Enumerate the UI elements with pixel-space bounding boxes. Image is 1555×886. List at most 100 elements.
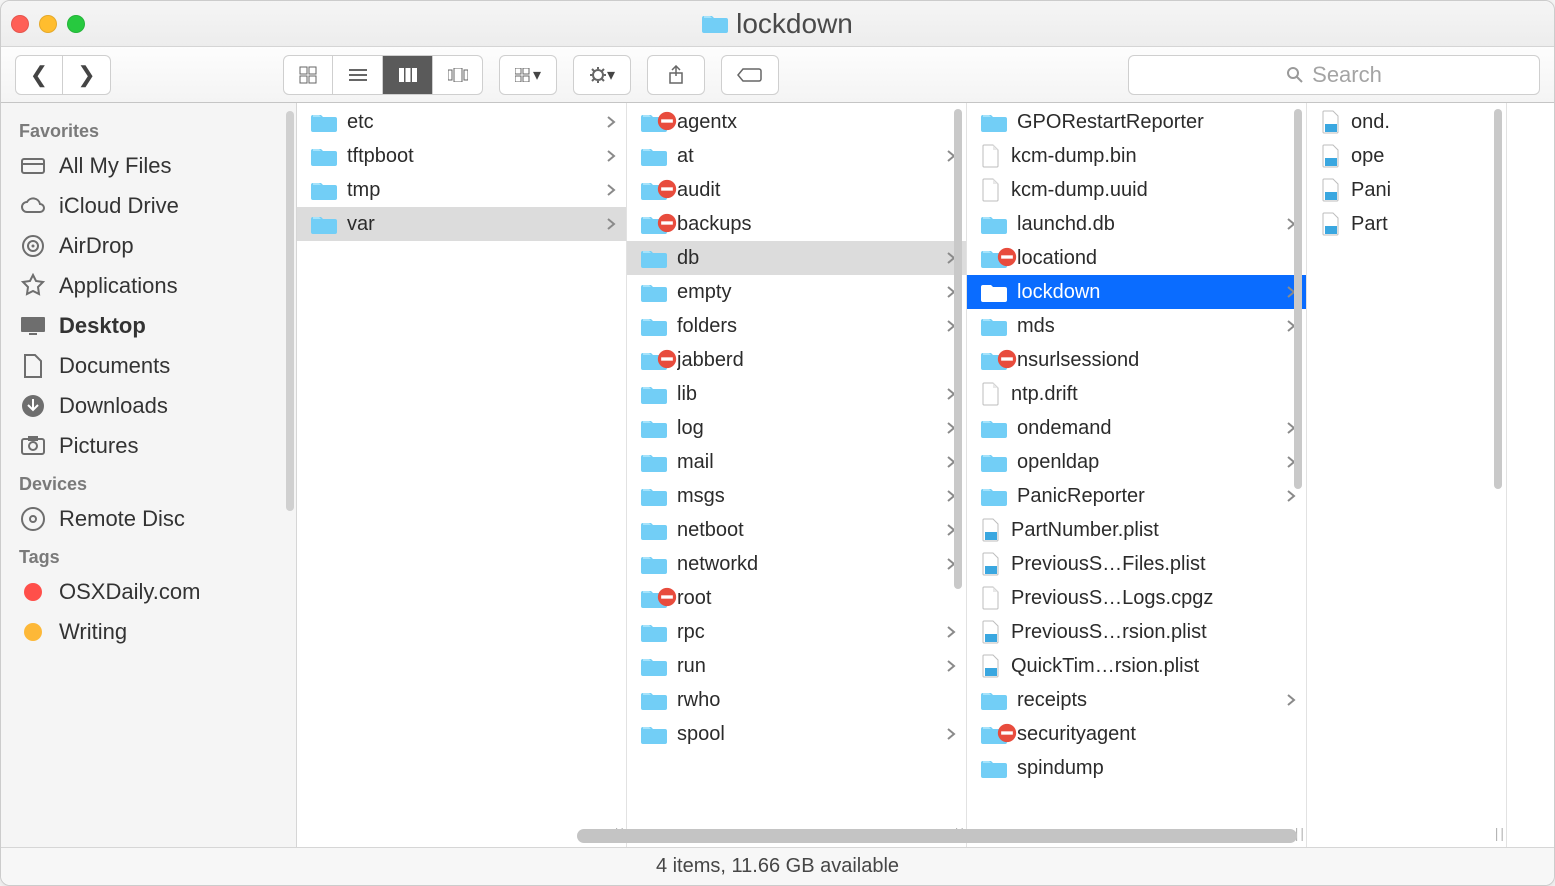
file-row[interactable]: rwho bbox=[627, 683, 966, 717]
folder-icon bbox=[981, 350, 1007, 370]
sidebar-item-documents[interactable]: Documents bbox=[1, 346, 296, 386]
file-row[interactable]: log bbox=[627, 411, 966, 445]
file-row[interactable]: tmp bbox=[297, 173, 626, 207]
file-row[interactable]: launchd.db bbox=[967, 207, 1306, 241]
file-row[interactable]: ond. bbox=[1307, 105, 1506, 139]
file-row[interactable]: at bbox=[627, 139, 966, 173]
file-row[interactable]: PartNumber.plist bbox=[967, 513, 1306, 547]
zoom-button[interactable] bbox=[67, 15, 85, 33]
desktop-icon bbox=[19, 312, 47, 340]
file-row[interactable]: PreviousS…rsion.plist bbox=[967, 615, 1306, 649]
file-row[interactable]: Part bbox=[1307, 207, 1506, 241]
file-row[interactable]: spool bbox=[627, 717, 966, 751]
tags-button[interactable] bbox=[721, 55, 779, 95]
file-row[interactable]: agentx bbox=[627, 105, 966, 139]
file-row[interactable]: ope bbox=[1307, 139, 1506, 173]
file-row[interactable]: GPORestartReporter bbox=[967, 105, 1306, 139]
sidebar-section-header: Favorites bbox=[1, 113, 296, 146]
sidebar-item-remote-disc[interactable]: Remote Disc bbox=[1, 499, 296, 539]
folder-icon bbox=[981, 690, 1007, 710]
folder-icon bbox=[641, 724, 667, 744]
file-row[interactable]: ntp.drift bbox=[967, 377, 1306, 411]
file-row[interactable]: rpc bbox=[627, 615, 966, 649]
file-row[interactable]: lockdown bbox=[967, 275, 1306, 309]
file-row[interactable]: networkd bbox=[627, 547, 966, 581]
sidebar-scrollbar[interactable] bbox=[286, 111, 294, 511]
file-row[interactable]: ondemand bbox=[967, 411, 1306, 445]
file-row[interactable]: PreviousS…Logs.cpgz bbox=[967, 581, 1306, 615]
file-label: lib bbox=[677, 383, 936, 406]
coverflow-view-button[interactable] bbox=[433, 55, 483, 95]
share-button[interactable] bbox=[647, 55, 705, 95]
minimize-button[interactable] bbox=[39, 15, 57, 33]
folder-icon bbox=[311, 146, 337, 166]
file-row[interactable]: locationd bbox=[967, 241, 1306, 275]
action-button[interactable]: ▾ bbox=[573, 55, 631, 95]
airdrop-icon bbox=[19, 232, 47, 260]
file-row[interactable]: receipts bbox=[967, 683, 1306, 717]
sidebar-item-airdrop[interactable]: AirDrop bbox=[1, 226, 296, 266]
sidebar-item-icloud-drive[interactable]: iCloud Drive bbox=[1, 186, 296, 226]
arrange-button[interactable]: ▾ bbox=[499, 55, 557, 95]
close-button[interactable] bbox=[11, 15, 29, 33]
column-scrollbar[interactable] bbox=[954, 109, 962, 589]
sidebar-item-osxdaily-com[interactable]: OSXDaily.com bbox=[1, 572, 296, 612]
column-scrollbar[interactable] bbox=[1494, 109, 1502, 489]
column-scrollbar[interactable] bbox=[1294, 109, 1302, 489]
file-row[interactable]: folders bbox=[627, 309, 966, 343]
file-row[interactable]: msgs bbox=[627, 479, 966, 513]
file-row[interactable]: kcm-dump.bin bbox=[967, 139, 1306, 173]
file-row[interactable]: QuickTim…rsion.plist bbox=[967, 649, 1306, 683]
status-bar: 4 items, 11.66 GB available bbox=[1, 847, 1554, 885]
file-label: at bbox=[677, 145, 936, 168]
file-row[interactable]: Pani bbox=[1307, 173, 1506, 207]
file-row[interactable]: audit bbox=[627, 173, 966, 207]
file-row[interactable]: root bbox=[627, 581, 966, 615]
forward-button[interactable]: ❯ bbox=[63, 55, 111, 95]
file-row[interactable]: PreviousS…Files.plist bbox=[967, 547, 1306, 581]
folder-icon bbox=[981, 758, 1007, 778]
file-label: backups bbox=[677, 213, 956, 236]
folder-icon bbox=[641, 146, 667, 166]
file-row[interactable]: empty bbox=[627, 275, 966, 309]
sidebar-item-writing[interactable]: Writing bbox=[1, 612, 296, 652]
file-row[interactable]: db bbox=[627, 241, 966, 275]
file-row[interactable]: nsurlsessiond bbox=[967, 343, 1306, 377]
folder-icon bbox=[311, 180, 337, 200]
file-row[interactable]: kcm-dump.uuid bbox=[967, 173, 1306, 207]
file-row[interactable]: var bbox=[297, 207, 626, 241]
sidebar-item-downloads[interactable]: Downloads bbox=[1, 386, 296, 426]
file-label: ond. bbox=[1351, 111, 1496, 134]
file-row[interactable]: spindump bbox=[967, 751, 1306, 785]
restricted-badge-icon bbox=[994, 247, 1020, 267]
sidebar-item-label: Pictures bbox=[59, 433, 138, 459]
file-row[interactable]: jabberd bbox=[627, 343, 966, 377]
folder-icon bbox=[641, 656, 667, 676]
sidebar-item-label: AirDrop bbox=[59, 233, 134, 259]
search-field[interactable]: Search bbox=[1128, 55, 1540, 95]
sidebar-item-applications[interactable]: Applications bbox=[1, 266, 296, 306]
list-view-button[interactable] bbox=[333, 55, 383, 95]
back-button[interactable]: ❮ bbox=[15, 55, 63, 95]
file-row[interactable]: openldap bbox=[967, 445, 1306, 479]
file-label: rpc bbox=[677, 621, 936, 644]
file-label: mail bbox=[677, 451, 936, 474]
plist-file-icon bbox=[981, 654, 1001, 678]
file-row[interactable]: etc bbox=[297, 105, 626, 139]
file-row[interactable]: PanicReporter bbox=[967, 479, 1306, 513]
sidebar-item-all-my-files[interactable]: All My Files bbox=[1, 146, 296, 186]
folder-icon bbox=[641, 690, 667, 710]
file-row[interactable]: backups bbox=[627, 207, 966, 241]
file-row[interactable]: run bbox=[627, 649, 966, 683]
file-row[interactable]: securityagent bbox=[967, 717, 1306, 751]
file-row[interactable]: tftpboot bbox=[297, 139, 626, 173]
file-row[interactable]: netboot bbox=[627, 513, 966, 547]
horizontal-scrollbar[interactable] bbox=[577, 829, 1297, 843]
icon-view-button[interactable] bbox=[283, 55, 333, 95]
file-row[interactable]: mail bbox=[627, 445, 966, 479]
file-row[interactable]: mds bbox=[967, 309, 1306, 343]
sidebar-item-desktop[interactable]: Desktop bbox=[1, 306, 296, 346]
sidebar-item-pictures[interactable]: Pictures bbox=[1, 426, 296, 466]
column-view-button[interactable] bbox=[383, 55, 433, 95]
file-row[interactable]: lib bbox=[627, 377, 966, 411]
